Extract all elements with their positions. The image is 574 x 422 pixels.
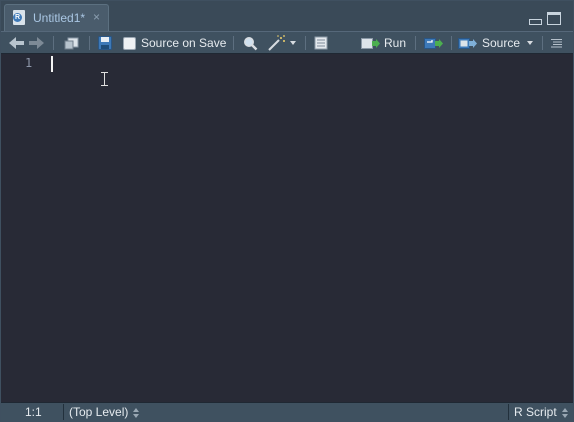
save-button[interactable]: [98, 32, 113, 54]
search-icon: [244, 36, 258, 50]
arrow-right-icon: [29, 37, 45, 49]
code-editor[interactable]: 1: [1, 54, 573, 402]
toolbar-separator: [542, 36, 543, 50]
run-button[interactable]: Run: [361, 32, 406, 54]
source-on-save-checkbox[interactable]: [123, 36, 136, 50]
status-separator: [63, 404, 64, 420]
popout-icon: [64, 37, 79, 50]
forward-button[interactable]: [29, 32, 45, 54]
line-number: 1: [25, 56, 33, 70]
updown-arrows-icon: [561, 407, 568, 418]
rerun-icon: [424, 37, 443, 49]
updown-arrows-icon: [133, 407, 140, 418]
file-type-label: R Script: [514, 405, 557, 419]
show-in-new-window-button[interactable]: [64, 32, 80, 54]
editor-tab-bar: R Untitled1* ×: [1, 1, 573, 31]
toolbar-separator: [451, 36, 452, 50]
source-icon: [458, 37, 477, 49]
scope-label: (Top Level): [69, 405, 129, 419]
run-label: Run: [384, 36, 407, 50]
source-editor-pane: R Untitled1* × Source on Save Run Source…: [0, 0, 574, 422]
ibeam-cursor-icon: [101, 72, 108, 86]
status-separator: [508, 404, 509, 420]
chevron-down-icon: [290, 41, 296, 45]
editor-toolbar: Source on Save Run Source: [1, 31, 573, 54]
source-options-dropdown[interactable]: [527, 32, 537, 54]
back-button[interactable]: [9, 32, 25, 54]
text-cursor: [51, 56, 53, 72]
r-file-badge: R: [13, 13, 22, 22]
save-icon: [98, 36, 112, 50]
maximize-pane-icon[interactable]: [547, 12, 561, 25]
document-outline-button[interactable]: [550, 32, 564, 54]
notebook-icon: [314, 36, 328, 50]
tab-untitled1[interactable]: R Untitled1* ×: [4, 4, 109, 31]
outline-icon: [551, 38, 562, 47]
toolbar-separator: [233, 36, 234, 50]
toolbar-separator: [89, 36, 90, 50]
minimize-pane-icon[interactable]: [529, 19, 542, 25]
toolbar-separator: [305, 36, 306, 50]
source-label: Source: [482, 36, 521, 50]
compile-report-button[interactable]: [314, 32, 329, 54]
r-file-icon: R: [13, 10, 25, 25]
tab-title: Untitled1*: [33, 11, 86, 25]
file-type-selector[interactable]: R Script: [514, 405, 568, 419]
toolbar-separator: [53, 36, 54, 50]
code-tools-menu-button[interactable]: [267, 32, 299, 54]
source-button[interactable]: Source: [458, 32, 520, 54]
run-icon: [361, 37, 380, 49]
tab-close-icon[interactable]: ×: [93, 10, 100, 24]
magic-wand-icon: [268, 35, 285, 51]
source-on-save-label: Source on Save: [141, 36, 227, 50]
chevron-down-icon: [527, 41, 533, 45]
cursor-position: 1:1: [25, 405, 42, 419]
rerun-button[interactable]: [424, 32, 444, 54]
toolbar-separator: [415, 36, 416, 50]
scope-selector[interactable]: (Top Level): [69, 405, 140, 419]
source-on-save-toggle[interactable]: Source on Save: [123, 32, 226, 54]
editor-status-bar: 1:1 (Top Level) R Script: [1, 402, 573, 421]
arrow-left-icon: [9, 37, 25, 49]
find-replace-button[interactable]: [243, 32, 259, 54]
